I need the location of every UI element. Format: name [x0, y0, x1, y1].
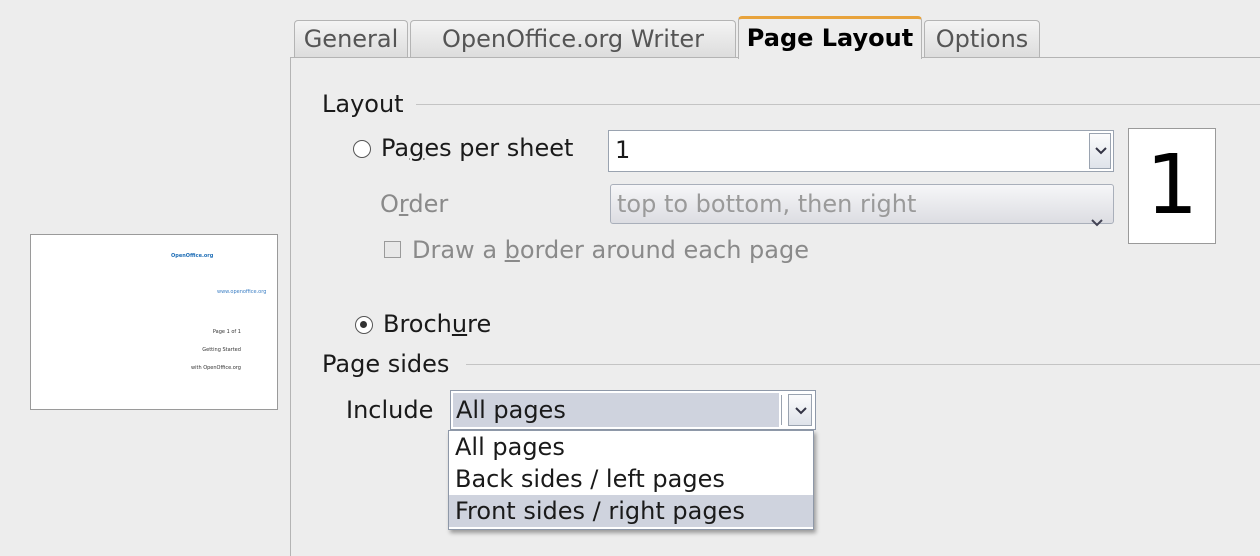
dropdown-option-front-sides[interactable]: Front sides / right pages: [449, 495, 813, 527]
print-preview-page: OpenOffice.org www.openoffice.org Page 1…: [30, 234, 278, 410]
tab-options[interactable]: Options: [924, 20, 1040, 58]
preview-title: OpenOffice.org: [171, 253, 214, 259]
pages-per-sheet-value: 1: [615, 136, 631, 164]
chevron-down-icon: [795, 407, 807, 415]
preview-link: www.openoffice.org: [217, 289, 267, 295]
include-dropdown-button[interactable]: [788, 394, 812, 426]
tab-openoffice-writer[interactable]: OpenOffice.org Writer: [410, 20, 736, 58]
preview-body: Page 1 of 1 Getting Started with OpenOff…: [191, 317, 241, 383]
include-value: All pages: [453, 393, 779, 427]
draw-border-label: Draw a border around each page: [412, 236, 809, 264]
order-label: Order: [380, 190, 449, 218]
page-sides-divider: [466, 364, 1260, 365]
include-label: Include: [346, 396, 434, 424]
order-combo[interactable]: top to bottom, then right: [610, 184, 1114, 227]
pages-per-sheet-label: Pages per sheet: [381, 134, 574, 162]
pages-per-sheet-radio[interactable]: [353, 140, 371, 158]
chevron-down-icon: [1095, 147, 1107, 155]
page-sides-section-label: Page sides: [322, 350, 450, 378]
print-preview-pane: OpenOffice.org www.openoffice.org Page 1…: [0, 0, 290, 556]
order-value: top to bottom, then right: [617, 190, 917, 218]
tab-page-layout[interactable]: Page Layout: [738, 16, 922, 59]
preview-line: with OpenOffice.org: [191, 365, 241, 371]
dropdown-option-all-pages[interactable]: All pages: [449, 431, 813, 463]
pages-per-sheet-combo[interactable]: 1: [608, 130, 1114, 172]
layout-divider: [416, 104, 1260, 105]
tab-general[interactable]: General: [294, 20, 408, 58]
pages-per-sheet-dropdown-button[interactable]: [1089, 133, 1111, 169]
preview-line: Getting Started: [202, 347, 241, 353]
pages-per-sheet-preview: 1: [1128, 128, 1216, 244]
tab-bar: General OpenOffice.org Writer Page Layou…: [290, 14, 1260, 59]
brochure-radio[interactable]: [355, 316, 373, 334]
preview-line: Page 1 of 1: [212, 329, 241, 335]
include-separator: [781, 395, 782, 425]
layout-section-label: Layout: [322, 90, 404, 118]
chevron-down-icon: [1091, 200, 1103, 238]
draw-border-checkbox[interactable]: [384, 241, 401, 258]
brochure-label: Brochure: [383, 310, 492, 338]
include-dropdown-list: All pages Back sides / left pages Front …: [448, 430, 814, 530]
dropdown-option-back-sides[interactable]: Back sides / left pages: [449, 463, 813, 495]
include-combo[interactable]: All pages: [450, 390, 816, 430]
